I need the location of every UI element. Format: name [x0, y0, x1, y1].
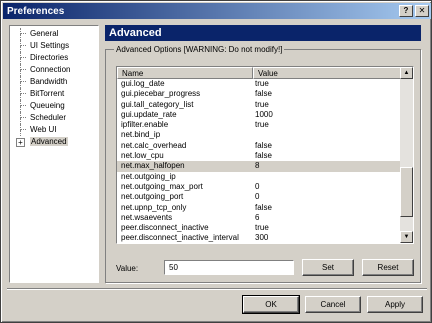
scroll-down-button[interactable]: ▼ — [400, 231, 413, 243]
preferences-window: Preferences ? ✕ General UI Settings Dire… — [0, 0, 432, 323]
column-header-name[interactable]: Name — [117, 67, 253, 79]
sidebar-item-label: Scheduler — [30, 113, 67, 122]
option-value: true — [255, 99, 269, 109]
scroll-thumb[interactable] — [400, 167, 413, 217]
sidebar-item-label: Advanced — [30, 137, 68, 146]
list-header: Name Value — [117, 67, 401, 79]
cancel-button[interactable]: Cancel — [305, 296, 361, 313]
table-row[interactable]: gui.update_rate 1000 — [117, 110, 401, 120]
option-name: net.max_halfopen — [121, 161, 185, 171]
option-value: true — [255, 79, 269, 88]
sidebar-item-bittorrent[interactable]: BitTorrent — [10, 88, 98, 100]
sidebar-item-connection[interactable]: Connection — [10, 64, 98, 76]
sidebar-item-label: Bandwidth — [30, 77, 68, 86]
option-name: net.calc_overhead — [121, 140, 187, 150]
sidebar-item-label: Connection — [30, 65, 71, 74]
option-name: gui.tall_category_list — [121, 99, 194, 109]
sidebar-item-label: BitTorrent — [30, 89, 65, 98]
option-name: net.outgoing_ip — [121, 171, 176, 181]
footer-divider — [7, 288, 427, 290]
table-row[interactable]: gui.tall_category_list true — [117, 100, 401, 110]
option-name: gui.log_date — [121, 79, 165, 88]
expand-icon[interactable]: + — [16, 138, 25, 147]
sidebar-item-bandwidth[interactable]: Bandwidth — [10, 76, 98, 88]
option-value: false — [255, 140, 272, 150]
reset-button[interactable]: Reset — [362, 259, 414, 276]
table-row[interactable]: net.calc_overhead false — [117, 141, 401, 151]
help-button[interactable]: ? — [399, 5, 413, 17]
sidebar-item-scheduler[interactable]: Scheduler — [10, 112, 98, 124]
advanced-options-group: Advanced Options [WARNING: Do not modify… — [105, 44, 421, 283]
option-value: false — [255, 202, 272, 212]
group-title: Advanced Options [WARNING: Do not modify… — [114, 44, 285, 55]
sidebar-item-label: General — [30, 29, 59, 38]
sidebar-item-general[interactable]: General — [10, 28, 98, 40]
value-label: Value: — [116, 264, 139, 273]
sidebar-item-label: Web UI — [30, 125, 57, 134]
table-row[interactable]: net.outgoing_ip — [117, 172, 401, 182]
option-value: 8 — [255, 161, 260, 171]
option-value — [253, 172, 401, 182]
table-row[interactable]: peer.disconnect_inactive_interval 300 — [117, 233, 401, 243]
sidebar-item-directories[interactable]: Directories — [10, 52, 98, 64]
option-value: 6 — [255, 212, 260, 222]
table-row[interactable]: peer.disconnect_inactive true — [117, 223, 401, 233]
option-name: net.bind_ip — [121, 130, 161, 140]
sidebar-item-label: Queueing — [30, 101, 65, 110]
table-row[interactable]: gui.piecebar_progress false — [117, 89, 401, 99]
sidebar-item-ui-settings[interactable]: UI Settings — [10, 40, 98, 52]
option-value: true — [255, 120, 269, 130]
table-row[interactable]: net.outgoing_max_port 0 — [117, 182, 401, 192]
option-value: 0 — [255, 181, 260, 191]
option-name: net.low_cpu — [121, 151, 164, 161]
options-list[interactable]: Name Value gui.log_date true gui.piecebar_… — [116, 66, 414, 244]
option-name: net.wsaevents — [121, 212, 173, 222]
option-value: 300 — [255, 233, 269, 243]
option-name: peer.disconnect_inactive — [121, 223, 209, 233]
table-row[interactable]: gui.log_date true — [117, 79, 401, 89]
table-row[interactable]: net.max_halfopen 8 — [117, 161, 401, 172]
option-name: net.outgoing_max_port — [121, 181, 203, 191]
table-row[interactable]: net.bind_ip — [117, 130, 401, 140]
table-row[interactable]: net.upnp_tcp_only false — [117, 203, 401, 213]
option-value — [253, 130, 401, 140]
table-row[interactable]: ipfilter.enable true — [117, 120, 401, 130]
close-icon: ✕ — [418, 6, 426, 15]
arrow-up-icon: ▲ — [403, 70, 410, 76]
value-input[interactable]: 50 — [164, 260, 294, 275]
apply-button[interactable]: Apply — [367, 296, 423, 313]
sidebar-item-label: Directories — [30, 53, 69, 62]
option-value: true — [255, 223, 269, 233]
vertical-scrollbar[interactable]: ▲ ▼ — [400, 67, 413, 243]
page-title: Advanced — [105, 25, 421, 41]
sidebar-item-label: UI Settings — [30, 41, 70, 50]
table-row[interactable]: net.low_cpu false — [117, 151, 401, 161]
option-value: 0 — [255, 192, 260, 202]
option-value: false — [255, 151, 272, 161]
option-value: 1000 — [255, 109, 273, 119]
sidebar-item-queueing[interactable]: Queueing — [10, 100, 98, 112]
category-tree[interactable]: General UI Settings Directories Connecti… — [9, 25, 99, 283]
option-value: false — [255, 89, 272, 99]
set-button[interactable]: Set — [302, 259, 354, 276]
title-bar[interactable]: Preferences ? ✕ — [3, 3, 431, 19]
column-header-value[interactable]: Value — [253, 67, 401, 79]
arrow-down-icon: ▼ — [403, 234, 410, 240]
option-name: gui.piecebar_progress — [121, 89, 201, 99]
ok-button[interactable]: OK — [242, 295, 300, 314]
option-name: ipfilter.enable — [121, 120, 169, 130]
option-name: net.upnp_tcp_only — [121, 202, 187, 212]
option-name: net.outgoing_port — [121, 192, 184, 202]
option-name: gui.update_rate — [121, 109, 177, 119]
option-name: peer.disconnect_inactive_interval — [121, 233, 239, 243]
window-title: Preferences — [7, 5, 65, 17]
table-row[interactable]: net.wsaevents 6 — [117, 213, 401, 223]
table-row[interactable]: net.outgoing_port 0 — [117, 192, 401, 202]
scroll-up-button[interactable]: ▲ — [400, 67, 413, 79]
close-button[interactable]: ✕ — [415, 5, 429, 17]
sidebar-item-web-ui[interactable]: Web UI — [10, 124, 98, 136]
sidebar-item-advanced[interactable]: + Advanced — [10, 136, 98, 148]
list-body: gui.log_date true gui.piecebar_progress fal… — [117, 79, 401, 243]
title-buttons: ? ✕ — [399, 5, 429, 17]
